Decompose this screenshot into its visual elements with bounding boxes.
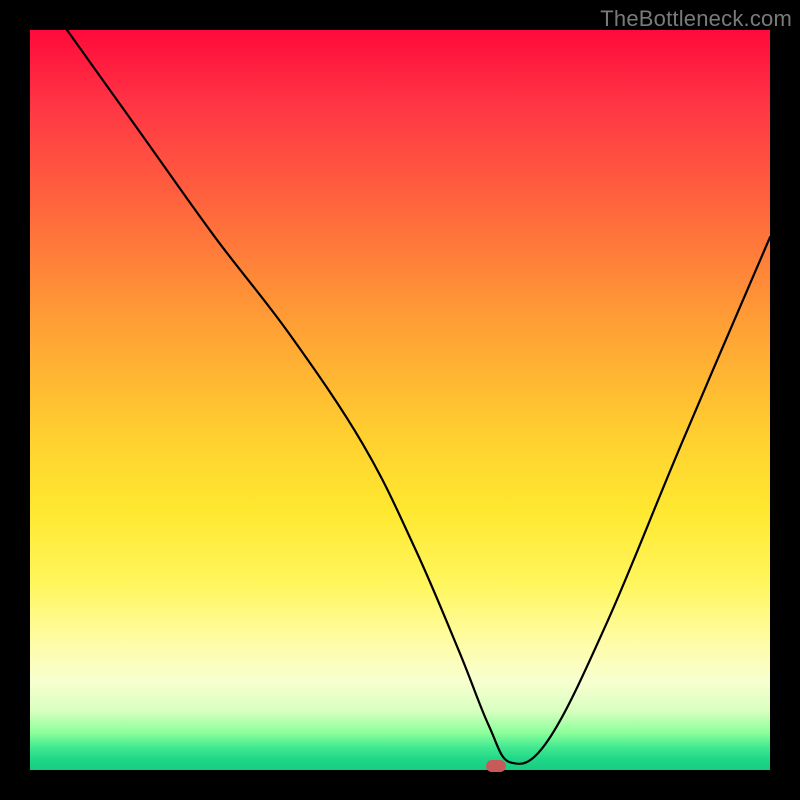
bottleneck-curve (30, 30, 770, 770)
plot-area (30, 30, 770, 770)
bottleneck-chart: TheBottleneck.com (0, 0, 800, 800)
watermark-text: TheBottleneck.com (600, 6, 792, 32)
optimum-marker (486, 760, 506, 772)
